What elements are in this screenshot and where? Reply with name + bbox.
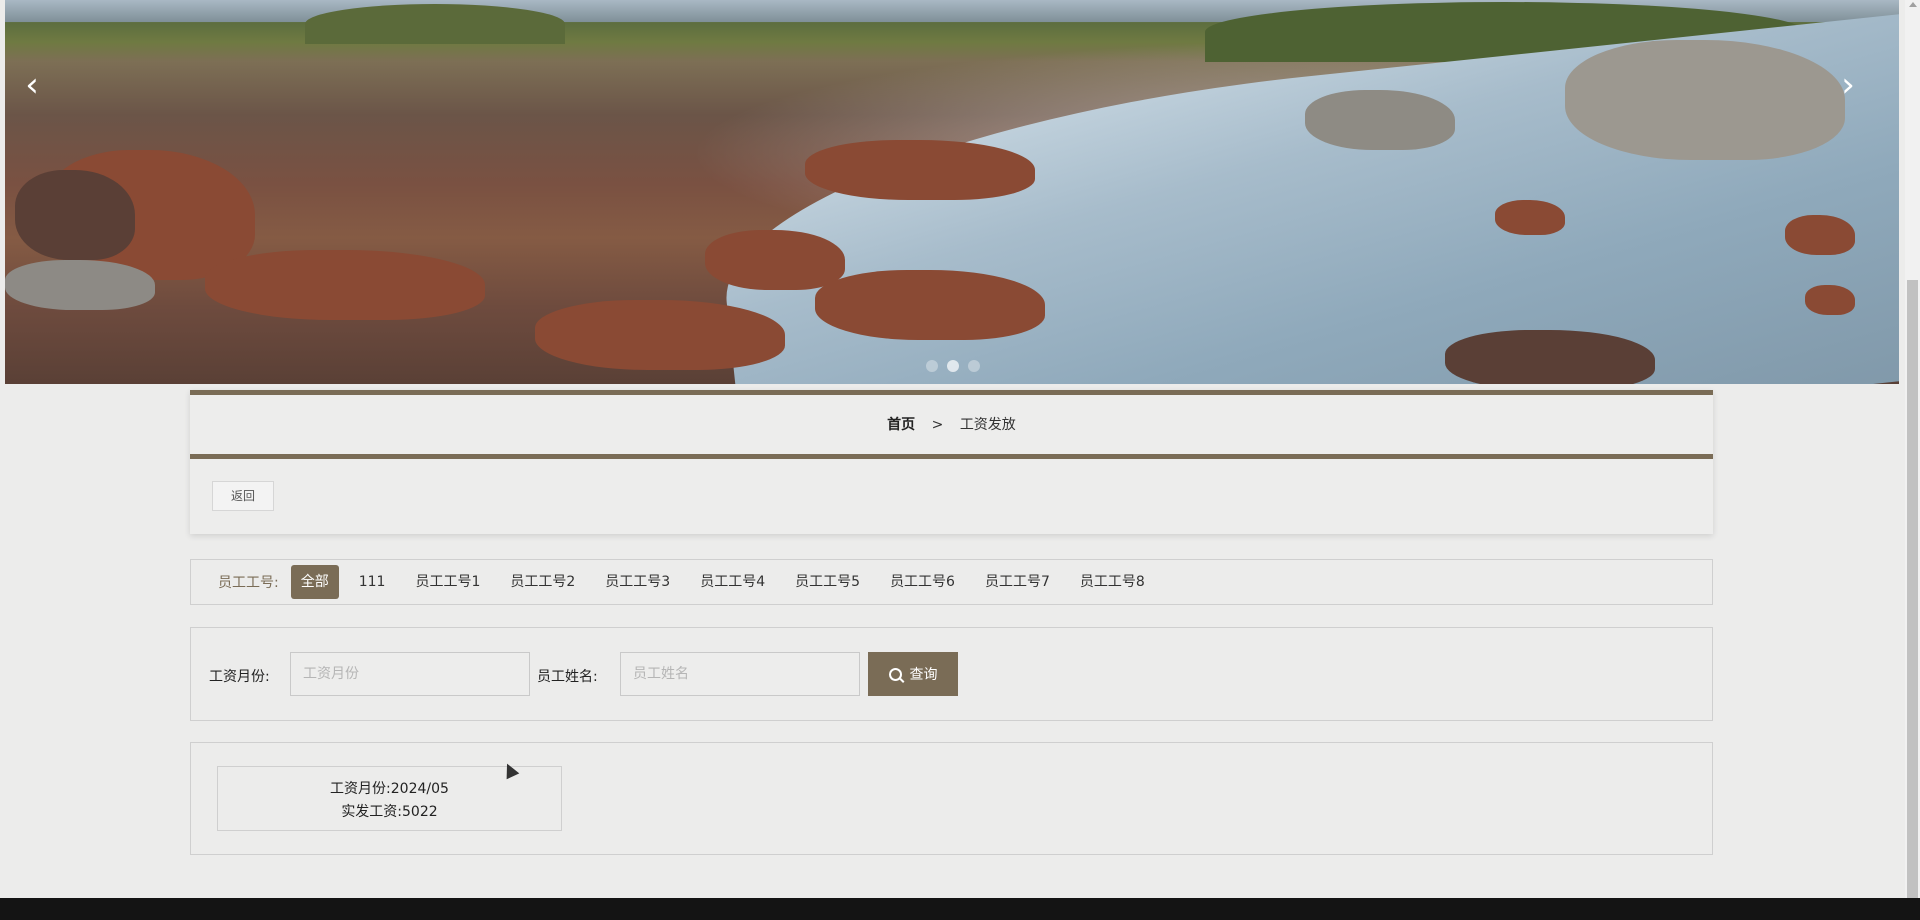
actual-pay-value: 实发工资:5022 xyxy=(341,804,438,820)
chevron-left-icon: ‹ xyxy=(25,65,39,105)
employee-id-filter: 员工工号: 全部 111 员工工号1 员工工号2 员工工号3 员工工号4 员工工… xyxy=(190,559,1713,605)
carousel-dot[interactable] xyxy=(968,360,980,372)
filter-option[interactable]: 111 xyxy=(349,565,396,599)
filter-option[interactable]: 员工工号6 xyxy=(880,565,965,599)
breadcrumb-separator: > xyxy=(931,417,944,433)
page-footer xyxy=(0,898,1920,920)
filter-option[interactable]: 员工工号8 xyxy=(1070,565,1155,599)
carousel-prev-button[interactable]: ‹ xyxy=(17,68,47,102)
filter-option[interactable]: 员工工号2 xyxy=(500,565,585,599)
banner-rock xyxy=(805,140,1035,200)
search-form: 工资月份: 员工姓名: 查询 xyxy=(190,627,1713,721)
breadcrumb-current: 工资发放 xyxy=(959,417,1016,433)
filter-option[interactable]: 员工工号7 xyxy=(975,565,1060,599)
banner-rock xyxy=(1805,285,1855,315)
employee-name-label: 员工姓名: xyxy=(537,669,598,685)
banner-rock xyxy=(535,300,785,370)
banner-rock xyxy=(5,260,155,310)
search-icon xyxy=(888,667,902,681)
carousel-dot[interactable] xyxy=(926,360,938,372)
filter-option[interactable]: 员工工号4 xyxy=(690,565,775,599)
carousel-indicators xyxy=(926,360,980,372)
query-button[interactable]: 查询 xyxy=(868,652,958,696)
banner-rock xyxy=(205,250,485,320)
carousel-next-button[interactable]: › xyxy=(1833,68,1863,102)
salary-month-label: 工资月份: xyxy=(209,669,270,685)
accent-bar xyxy=(190,454,1713,459)
banner-rock xyxy=(1495,200,1565,235)
filter-label: 员工工号: xyxy=(218,575,279,591)
banner-rock xyxy=(1445,330,1655,384)
carousel-dot-active[interactable] xyxy=(947,360,959,372)
page-scrollbar[interactable] xyxy=(1905,0,1920,900)
banner-rock xyxy=(1565,40,1845,160)
filter-option[interactable]: 员工工号5 xyxy=(785,565,870,599)
results-panel: 工资月份:2024/05 实发工资:5022 xyxy=(190,742,1713,855)
back-button[interactable]: 返回 xyxy=(212,481,274,511)
chevron-right-icon: › xyxy=(1841,65,1855,105)
banner-rock xyxy=(1305,90,1455,150)
scroll-up-icon[interactable] xyxy=(1909,2,1917,7)
banner-rock xyxy=(15,170,135,260)
filter-option[interactable]: 员工工号1 xyxy=(405,565,490,599)
filter-option[interactable]: 员工工号3 xyxy=(595,565,680,599)
banner-carousel: ‹ › xyxy=(5,0,1899,384)
banner-rock xyxy=(815,270,1045,340)
accent-bar xyxy=(190,390,1713,395)
query-button-label: 查询 xyxy=(909,667,938,683)
breadcrumb: 首页 > 工资发放 xyxy=(190,414,1713,434)
filter-option-all[interactable]: 全部 xyxy=(290,565,339,599)
scrollbar-thumb[interactable] xyxy=(1907,280,1918,898)
banner-hill xyxy=(305,4,565,44)
salary-month-input[interactable] xyxy=(290,652,530,696)
salary-month-value: 工资月份:2024/05 xyxy=(330,781,449,797)
employee-name-input[interactable] xyxy=(620,652,860,696)
breadcrumb-card: 首页 > 工资发放 返回 xyxy=(190,390,1713,534)
breadcrumb-home-link[interactable]: 首页 xyxy=(887,417,915,433)
banner-rock xyxy=(705,230,845,290)
banner-rock xyxy=(1785,215,1855,255)
